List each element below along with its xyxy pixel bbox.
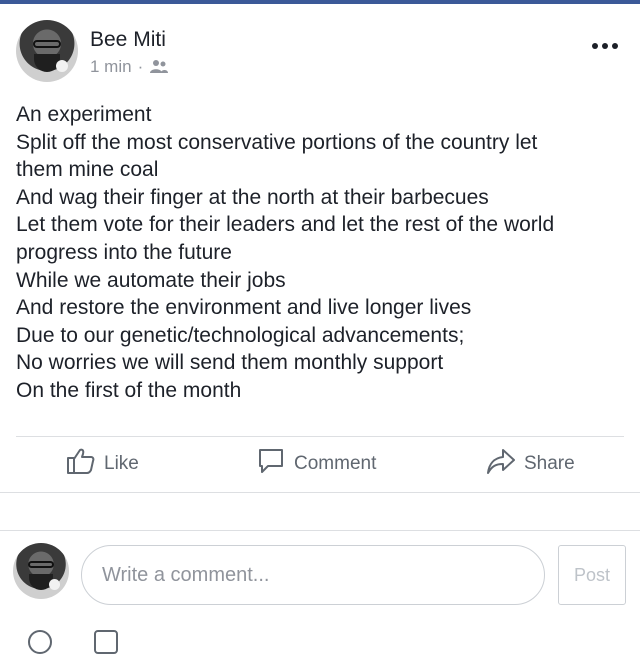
more-options-icon[interactable] [592,38,620,54]
post-line: And restore the environment and live lon… [16,296,472,320]
avatar-glasses [33,40,61,48]
avatar-flower [49,579,60,590]
post-line: On the first of the month [16,378,242,402]
comment-bubble-icon [256,446,286,482]
post-time[interactable]: 1 min [90,57,132,77]
post-line: Split off the most conservative portions… [16,130,538,154]
comment-label: Comment [294,453,377,474]
more-dot [612,43,618,49]
actions-bottom-divider [0,492,640,493]
share-arrow-icon [486,446,516,482]
like-button[interactable]: Like [66,448,139,480]
post-line: Let them vote for their leaders and let … [16,213,555,237]
share-label: Share [524,453,575,474]
post-line: And wag their finger at the north at the… [16,185,489,209]
author-avatar[interactable] [16,20,78,82]
post-line: No worries we will send them monthly sup… [16,351,444,375]
like-label: Like [104,453,139,474]
commenter-avatar [13,543,69,599]
post-comment-button[interactable]: Post [558,545,626,605]
comment-input[interactable] [81,545,545,605]
post-line: While we automate their jobs [16,268,286,292]
avatar-flower [56,60,68,72]
bottom-toolbar [28,630,118,654]
camera-icon[interactable] [94,630,118,654]
comment-button[interactable]: Comment [256,448,376,480]
post-line: An experiment [16,103,152,126]
friends-icon [149,59,169,75]
share-button[interactable]: Share [486,448,575,480]
more-dot [592,43,598,49]
thumbs-up-icon [66,446,96,482]
emoji-icon[interactable] [28,630,52,654]
meta-separator: · [137,57,144,76]
author-name[interactable]: Bee Miti [90,28,166,52]
post-meta: 1 min · [90,57,169,77]
post-body: An experiment Split off the most conserv… [16,101,626,405]
actions-top-divider [16,436,624,437]
top-accent-bar [0,0,640,4]
comments-top-divider [0,530,640,531]
post-line: them mine coal [16,158,159,182]
post-line: progress into the future [16,240,232,264]
avatar-glasses [28,561,54,568]
more-dot [602,43,608,49]
post-line: Due to our genetic/technological advance… [16,323,465,347]
